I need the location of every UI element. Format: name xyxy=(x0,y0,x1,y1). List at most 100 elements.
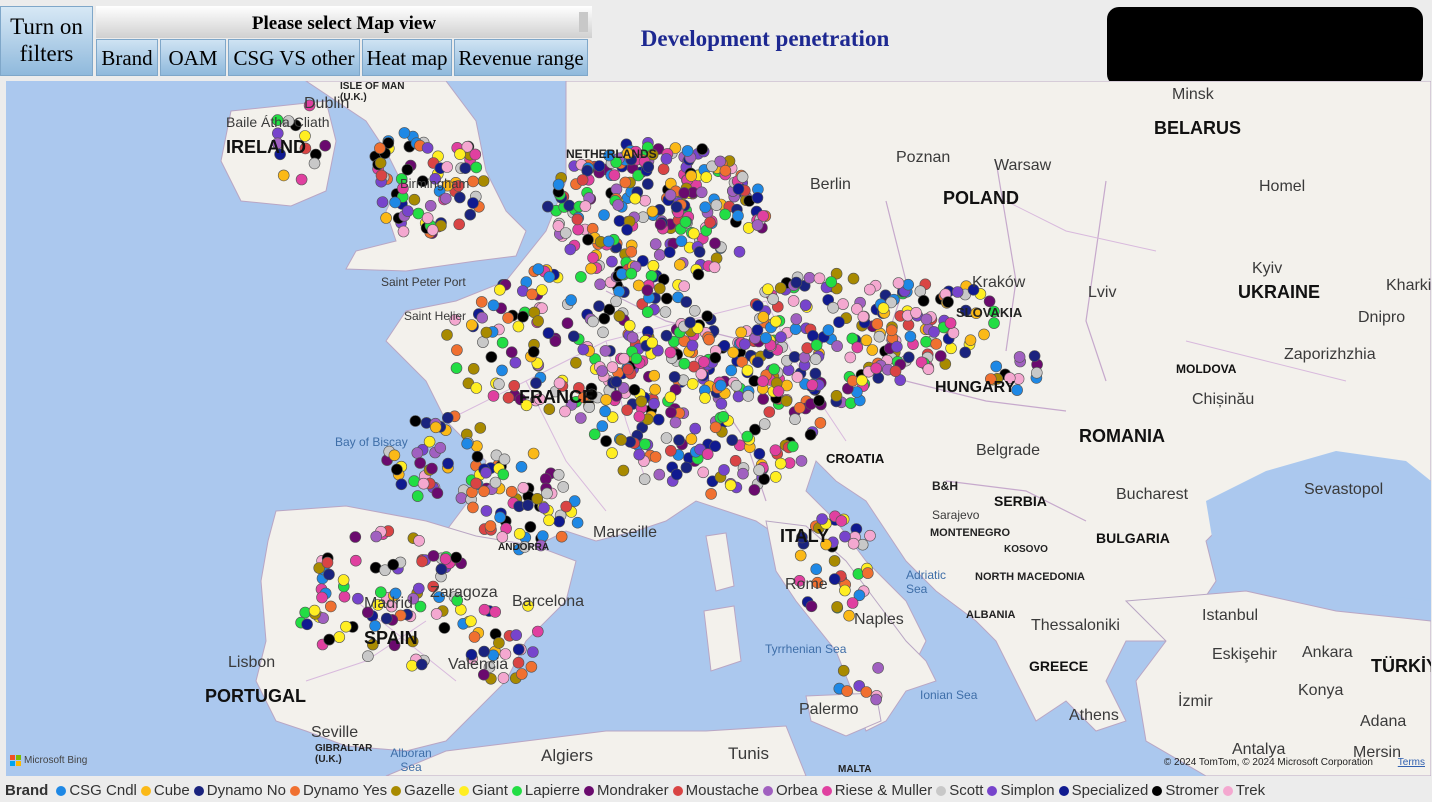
dealer-bubble xyxy=(947,327,960,339)
city-zaporizhzhia: Zaporizhzhia xyxy=(1284,346,1376,363)
dealer-bubble xyxy=(496,531,509,543)
dealer-bubble xyxy=(705,488,717,500)
legend-item[interactable]: Cube xyxy=(140,782,190,799)
dealer-bubble xyxy=(828,555,841,567)
legend-item[interactable]: Riese & Muller xyxy=(821,782,932,799)
dealer-bubble xyxy=(751,300,764,312)
dealer-bubble xyxy=(828,573,841,585)
dealer-bubble xyxy=(597,326,609,339)
dealer-bubble xyxy=(735,326,748,339)
dealer-bubble xyxy=(600,435,612,447)
dealer-bubble xyxy=(413,534,425,547)
dealer-bubble xyxy=(698,356,710,368)
legend-item[interactable]: Trek xyxy=(1222,782,1265,799)
dealer-bubble xyxy=(692,268,705,281)
dealer-bubble xyxy=(606,361,619,374)
dealer-bubble xyxy=(920,335,932,348)
legend-item[interactable]: Lapierre xyxy=(511,782,580,799)
map-view-selector: Please select Map view Brand OAM CSG VS … xyxy=(96,6,592,76)
dealer-bubble xyxy=(494,511,506,524)
dealer-bubble xyxy=(439,553,452,565)
dealer-bubble xyxy=(324,600,337,613)
tab-revenue-range[interactable]: Revenue range xyxy=(454,39,588,76)
dealer-bubble xyxy=(959,346,972,359)
dealer-bubble xyxy=(870,362,883,375)
legend-item[interactable]: Specialized xyxy=(1058,782,1148,799)
dealer-bubble xyxy=(564,243,577,256)
dealer-bubble xyxy=(687,227,700,240)
terms-link[interactable]: Terms xyxy=(1398,757,1425,768)
city-homel: Homel xyxy=(1259,178,1306,195)
dealer-bubble xyxy=(349,554,362,567)
tab-heat-map[interactable]: Heat map xyxy=(362,39,452,76)
sea-bay-of-biscay: Bay of Biscay xyxy=(335,435,408,449)
dealer-bubble xyxy=(587,252,599,264)
legend-item[interactable]: Orbea xyxy=(763,782,818,799)
dealer-bubble xyxy=(861,567,874,579)
turn-on-filters-button[interactable]: Turn on filters xyxy=(0,6,93,76)
legend-label: Dynamo Yes xyxy=(302,782,388,799)
map-view-scrollbar[interactable] xyxy=(579,12,588,32)
dealer-bubble xyxy=(308,157,321,170)
legend-item[interactable]: Gazelle xyxy=(391,782,455,799)
tab-brand[interactable]: Brand xyxy=(96,39,158,76)
dealer-bubble xyxy=(709,421,722,434)
dealer-bubble xyxy=(660,432,673,444)
legend-dot-icon xyxy=(583,785,594,796)
legend-item[interactable]: Giant xyxy=(459,782,508,799)
legend-item[interactable]: CSG Cndl xyxy=(56,782,137,799)
legend-item[interactable]: Mondraker xyxy=(583,782,669,799)
label-portugal: PORTUGAL xyxy=(205,686,306,706)
dealer-bubble xyxy=(810,563,823,576)
dealer-bubble xyxy=(697,466,710,479)
dealer-bubble xyxy=(625,246,638,258)
dealer-bubble xyxy=(748,484,761,496)
dealer-bubble xyxy=(576,174,589,186)
legend-dot-icon xyxy=(672,785,683,796)
city-rome: Rome xyxy=(785,576,828,593)
dealer-bubble xyxy=(846,597,859,609)
city-baile-atha-cliath: Baile Átha Cliath xyxy=(226,114,330,130)
microsoft-logo-icon xyxy=(10,755,21,766)
dealer-bubble xyxy=(398,127,411,139)
tab-oam[interactable]: OAM xyxy=(160,39,226,76)
dealer-bubble xyxy=(615,434,628,446)
europe-map[interactable]: IRELAND BELARUS POLAND UKRAINE FRANCE HU… xyxy=(6,81,1431,776)
tab-csg-vs-other[interactable]: CSG VS other xyxy=(228,39,360,76)
dealer-bubble xyxy=(299,606,312,619)
legend-label: Stromer xyxy=(1165,782,1219,799)
dealer-bubble xyxy=(673,434,685,446)
legend-label: Giant xyxy=(472,782,508,799)
dealer-bubble xyxy=(582,233,594,246)
legend-item[interactable]: Simplon xyxy=(987,782,1055,799)
dealer-bubble xyxy=(757,375,769,388)
legend-item[interactable]: Dynamo Yes xyxy=(289,782,388,799)
legend-label: Scott xyxy=(949,782,984,799)
dealer-bubble xyxy=(639,438,651,451)
dealer-bubble xyxy=(438,622,451,634)
dealer-bubble xyxy=(695,186,708,199)
dealer-bubble xyxy=(708,261,721,274)
dealer-bubble xyxy=(653,282,666,295)
city-tunis: Tunis xyxy=(728,744,769,763)
label-netherlands: NETHERLANDS xyxy=(566,147,657,161)
dealer-bubble xyxy=(517,481,530,494)
legend-item[interactable]: Dynamo No xyxy=(193,782,286,799)
dealer-bubble xyxy=(575,271,587,283)
legend-item[interactable]: Moustache xyxy=(672,782,759,799)
dealer-bubble xyxy=(681,145,694,157)
dealer-bubble xyxy=(487,299,500,312)
dealer-bubble xyxy=(732,183,745,195)
dealer-bubble xyxy=(608,169,621,181)
dealer-bubble xyxy=(795,455,808,467)
label-turkiye: TÜRKİY xyxy=(1371,656,1431,676)
dealer-bubble xyxy=(944,317,957,329)
dealer-bubble xyxy=(1031,366,1043,379)
legend-item[interactable]: Scott xyxy=(936,782,983,799)
dealer-bubble xyxy=(680,296,693,308)
dealer-bubble xyxy=(799,299,812,311)
legend-item[interactable]: Stromer xyxy=(1152,782,1219,799)
dealer-bubble xyxy=(493,378,505,390)
dealer-bubble xyxy=(789,323,802,335)
city-lisbon: Lisbon xyxy=(228,654,276,671)
